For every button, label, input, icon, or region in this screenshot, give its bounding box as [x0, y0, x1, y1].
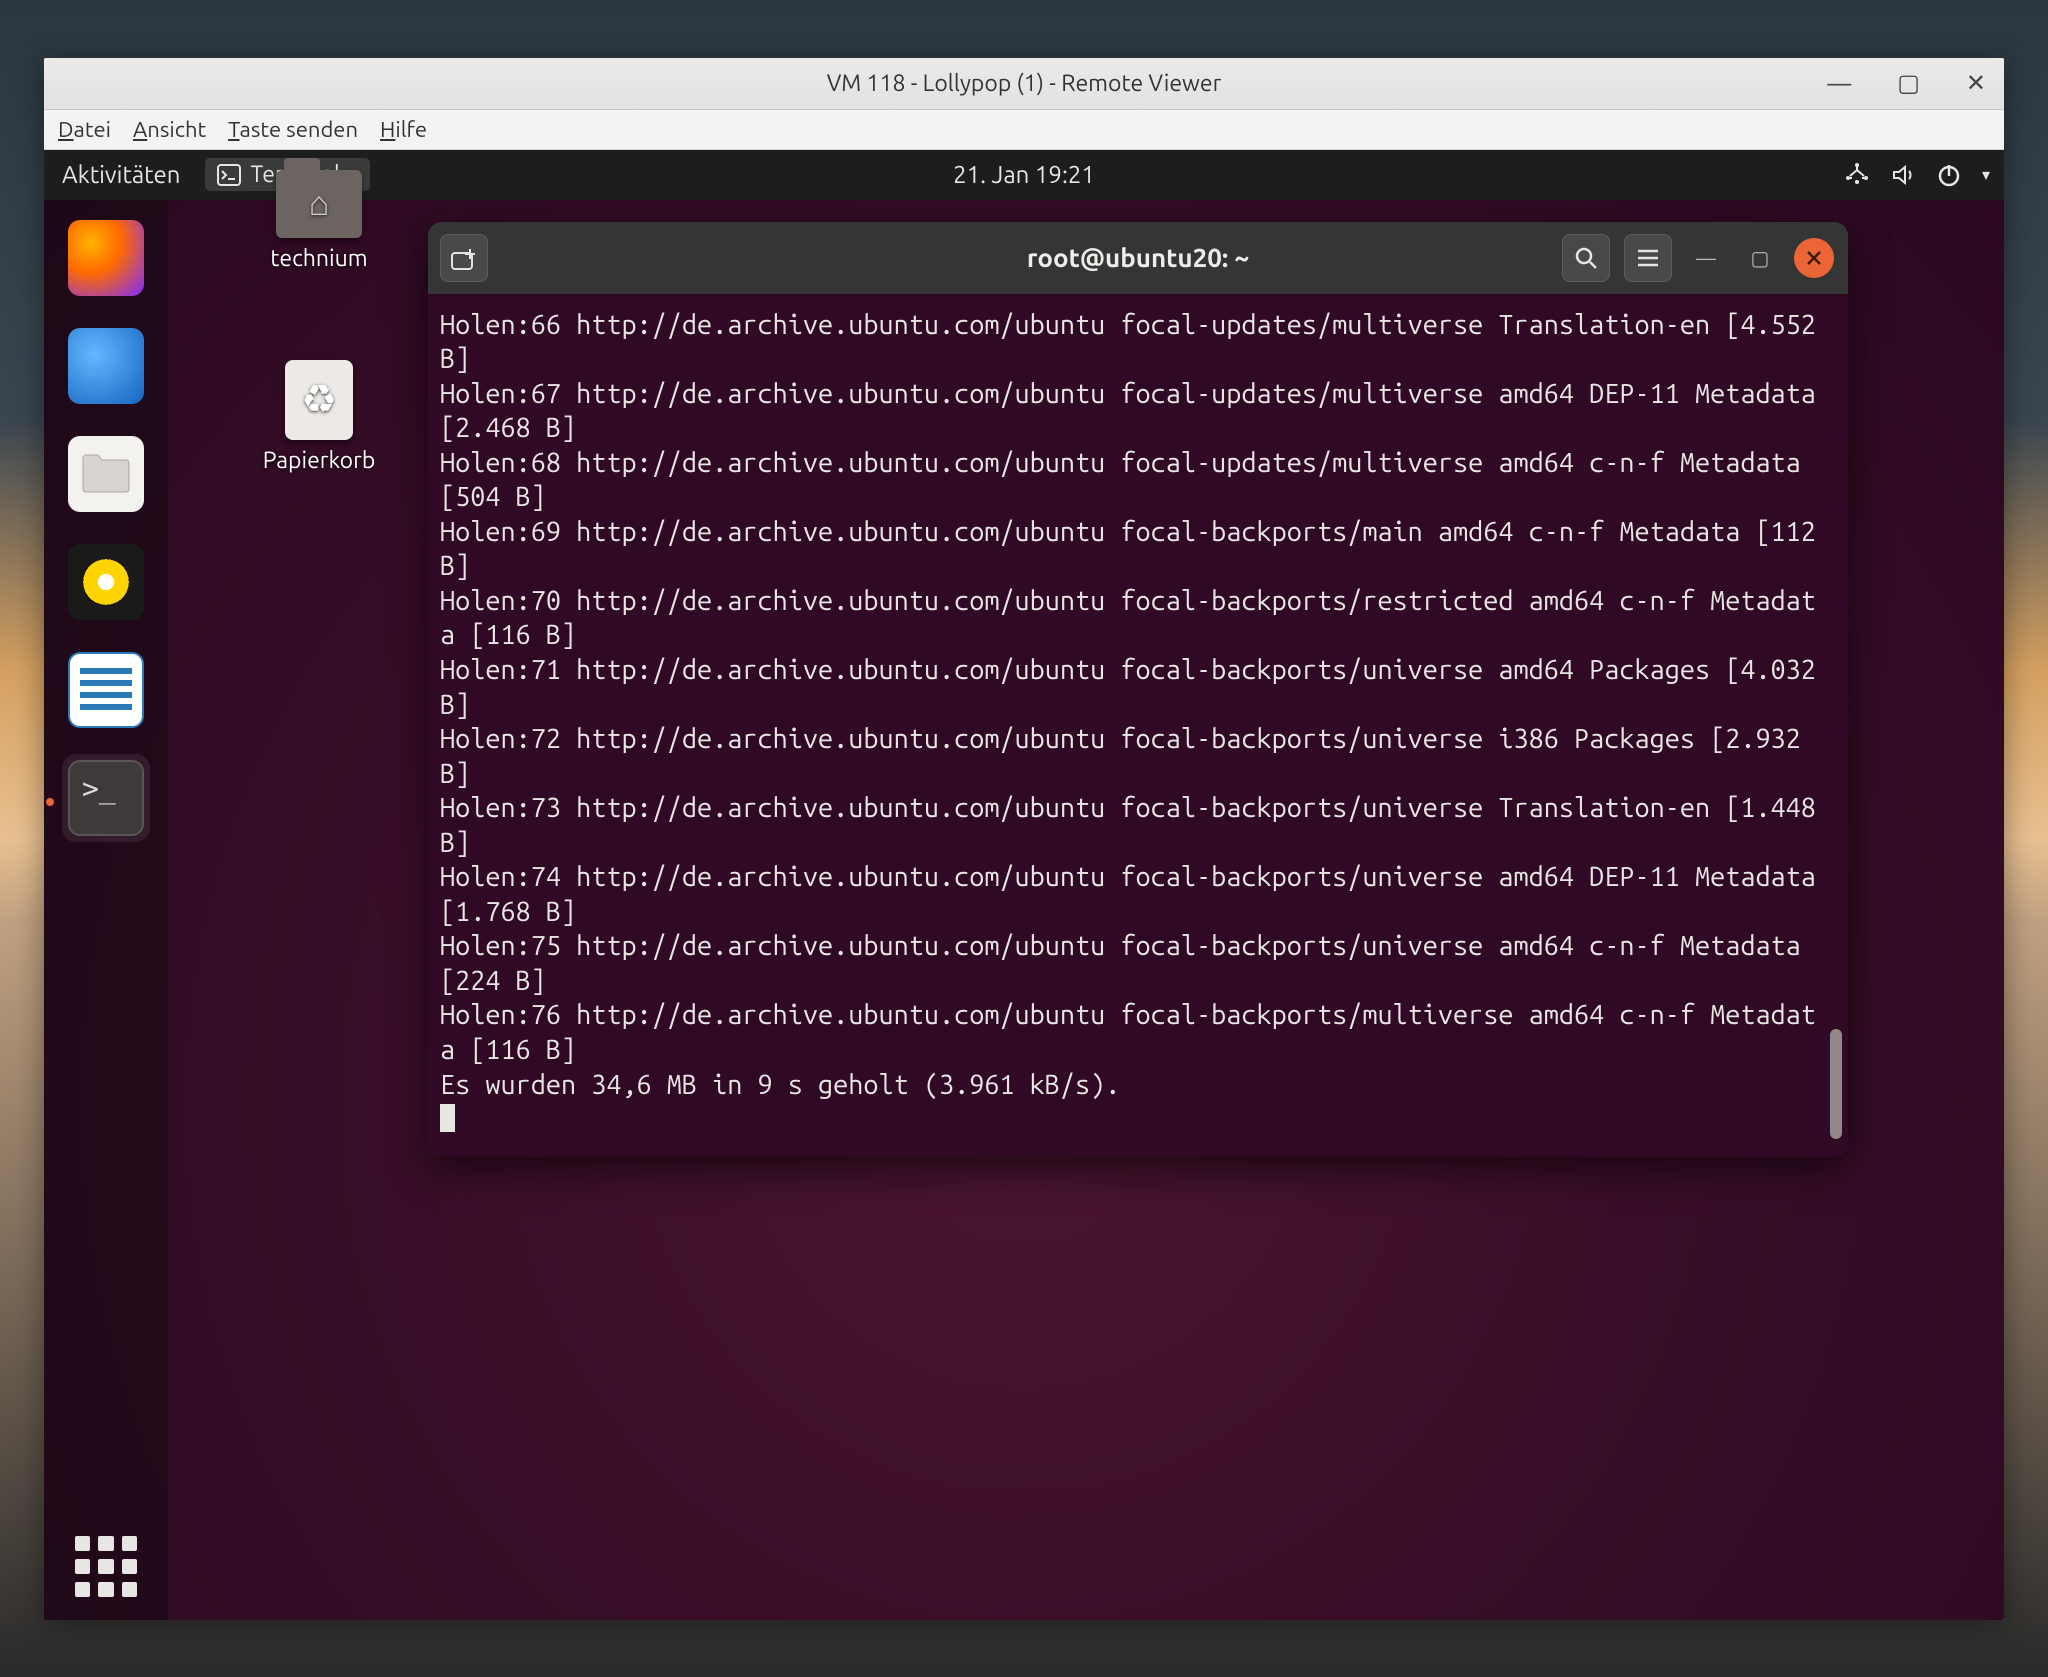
maximize-icon[interactable]: ▢	[1889, 65, 1928, 101]
dock-files-icon[interactable]	[68, 436, 144, 512]
terminal-body[interactable]: Holen:66 http://de.archive.ubuntu.com/ub…	[428, 294, 1848, 1157]
viewer-title: VM 118 - Lollypop (1) - Remote Viewer	[827, 71, 1222, 96]
close-icon[interactable]: ✕	[1958, 65, 1994, 101]
menu-hilfe[interactable]: Hilfe	[380, 117, 427, 142]
remote-viewer-window: VM 118 - Lollypop (1) - Remote Viewer — …	[44, 58, 2004, 1620]
terminal-minimize-button[interactable]: —	[1686, 238, 1726, 278]
desktop-trash-label: Papierkorb	[244, 448, 394, 473]
terminal-output: Holen:66 http://de.archive.ubuntu.com/ub…	[440, 310, 1831, 1100]
dock-firefox-icon[interactable]	[68, 220, 144, 296]
new-tab-icon	[450, 245, 478, 271]
terminal-title: root@ubuntu20: ~	[1027, 243, 1249, 272]
desktop-home-label: technium	[244, 246, 394, 271]
dock: >_	[44, 200, 168, 1620]
new-tab-button[interactable]	[440, 234, 488, 282]
dock-terminal-icon[interactable]: >_	[68, 760, 144, 836]
desktop-trash[interactable]: ♻ Papierkorb	[244, 360, 394, 473]
recycle-icon: ♻	[285, 360, 353, 440]
terminal-icon	[217, 164, 241, 186]
terminal-headerbar[interactable]: root@ubuntu20: ~ — ▢	[428, 222, 1848, 294]
dock-libreoffice-writer-icon[interactable]	[68, 652, 144, 728]
menu-taste-senden[interactable]: Taste senden	[228, 117, 358, 142]
terminal-scrollbar[interactable]	[1830, 1029, 1842, 1139]
show-applications-button[interactable]	[75, 1536, 137, 1598]
hamburger-icon	[1636, 248, 1660, 268]
close-icon	[1805, 249, 1823, 267]
network-icon[interactable]	[1844, 162, 1870, 188]
search-icon	[1573, 245, 1599, 271]
desktop-home-folder[interactable]: ⌂ technium	[244, 170, 394, 271]
volume-icon[interactable]	[1890, 162, 1916, 188]
terminal-cursor	[440, 1104, 455, 1132]
minimize-icon[interactable]: —	[1819, 66, 1859, 101]
home-icon: ⌂	[276, 170, 362, 238]
search-button[interactable]	[1562, 234, 1610, 282]
terminal-window: root@ubuntu20: ~ — ▢ Holen:66 http:	[428, 222, 1848, 1157]
apps-grid-icon	[75, 1536, 137, 1598]
guest-desktop: Aktivitäten Terminal ▾ 21. Jan 19:21 ▾	[44, 150, 2004, 1620]
viewer-menubar: Datei Ansicht Taste senden Hilfe	[44, 110, 2004, 150]
system-menu-chevron-icon[interactable]: ▾	[1982, 165, 1990, 184]
clock[interactable]: 21. Jan 19:21	[953, 161, 1095, 188]
menu-ansicht[interactable]: Ansicht	[133, 117, 206, 142]
dock-thunderbird-icon[interactable]	[68, 328, 144, 404]
menu-datei[interactable]: Datei	[58, 117, 111, 142]
dock-rhythmbox-icon[interactable]	[68, 544, 144, 620]
terminal-close-button[interactable]	[1794, 238, 1834, 278]
hamburger-menu-button[interactable]	[1624, 234, 1672, 282]
viewer-titlebar[interactable]: VM 118 - Lollypop (1) - Remote Viewer — …	[44, 58, 2004, 110]
power-icon[interactable]	[1936, 162, 1962, 188]
terminal-maximize-button[interactable]: ▢	[1740, 238, 1780, 278]
activities-button[interactable]: Aktivitäten	[62, 161, 181, 188]
running-indicator-icon	[46, 798, 54, 806]
